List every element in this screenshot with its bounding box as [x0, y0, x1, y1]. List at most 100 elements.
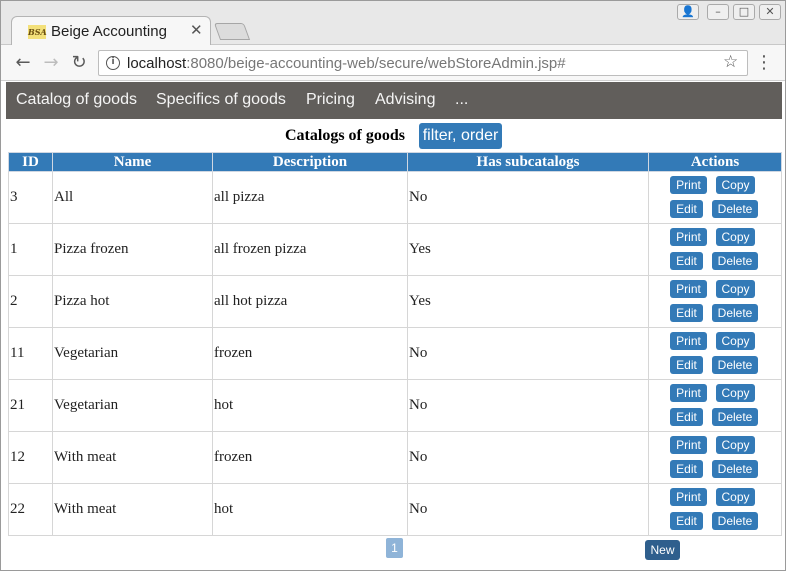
delete-button[interactable]: Delete [712, 512, 758, 530]
edit-button[interactable]: Edit [670, 460, 703, 478]
nav-item-specifics-of-goods[interactable]: Specifics of goods [156, 91, 286, 109]
print-button[interactable]: Print [670, 436, 707, 454]
print-button[interactable]: Print [670, 176, 707, 194]
print-button[interactable]: Print [670, 384, 707, 402]
cell-has-subcatalogs: No [407, 379, 649, 432]
minimize-window-icon[interactable]: – [707, 4, 729, 20]
reload-icon[interactable]: ↻ [67, 51, 91, 75]
column-header-actions: Actions [648, 152, 782, 172]
cell-id: 2 [8, 275, 53, 328]
browser-menu-icon[interactable]: ⋮ [755, 53, 773, 73]
edit-button[interactable]: Edit [670, 356, 703, 374]
table-row: 12 With meat frozen No Print Copy Edit D… [8, 431, 782, 484]
new-button[interactable]: New [645, 540, 680, 560]
delete-button[interactable]: Delete [712, 252, 758, 270]
delete-button[interactable]: Delete [712, 356, 758, 374]
address-bar[interactable]: i localhost:8080/beige-accounting-web/se… [98, 50, 748, 76]
edit-button[interactable]: Edit [670, 252, 703, 270]
cell-actions: Print Copy Edit Delete [648, 223, 782, 276]
copy-button[interactable]: Copy [716, 332, 755, 350]
cell-id: 1 [8, 223, 53, 276]
cell-id: 22 [8, 483, 53, 536]
title-bar: BSA Beige Accounting ✕ 👤 – □ ✕ [1, 1, 785, 46]
print-button[interactable]: Print [670, 228, 707, 246]
cell-actions: Print Copy Edit Delete [648, 431, 782, 484]
table-row: 1 Pizza frozen all frozen pizza Yes Prin… [8, 223, 782, 276]
cell-actions: Print Copy Edit Delete [648, 379, 782, 432]
column-header-name: Name [52, 152, 213, 172]
column-header-id: ID [8, 152, 53, 172]
cell-actions: Print Copy Edit Delete [648, 275, 782, 328]
page-title: Catalogs of goods [285, 127, 406, 144]
cell-has-subcatalogs: No [407, 327, 649, 380]
nav-item-pricing[interactable]: Pricing [306, 91, 355, 109]
edit-button[interactable]: Edit [670, 304, 703, 322]
close-tab-icon[interactable]: ✕ [190, 21, 203, 39]
delete-button[interactable]: Delete [712, 304, 758, 322]
cell-has-subcatalogs: No [407, 431, 649, 484]
favicon-icon: BSA [28, 25, 47, 39]
nav-item-advising[interactable]: Advising [375, 91, 435, 109]
forward-arrow-icon[interactable]: → [39, 51, 63, 75]
copy-button[interactable]: Copy [716, 384, 755, 402]
cell-name: Pizza frozen [52, 223, 213, 276]
browser-tab[interactable]: BSA Beige Accounting ✕ [11, 16, 211, 46]
table-row: 3 All all pizza No Print Copy Edit Delet… [8, 171, 782, 224]
new-tab-button[interactable] [213, 23, 251, 40]
nav-item-more[interactable]: ... [455, 91, 468, 109]
column-header-description: Description [212, 152, 408, 172]
table-header-row: ID Name Description Has subcatalogs Acti… [8, 152, 782, 172]
pagination-page-1[interactable]: 1 [386, 538, 403, 558]
cell-name: All [52, 171, 213, 224]
cell-description: frozen [212, 431, 408, 484]
copy-button[interactable]: Copy [716, 280, 755, 298]
print-button[interactable]: Print [670, 488, 707, 506]
close-window-icon[interactable]: ✕ [759, 4, 781, 20]
cell-name: Vegetarian [52, 379, 213, 432]
url-text[interactable]: localhost:8080/beige-accounting-web/secu… [127, 55, 566, 72]
cell-description: frozen [212, 327, 408, 380]
cell-actions: Print Copy Edit Delete [648, 483, 782, 536]
page-content: Catalog of goods Specifics of goods Pric… [1, 82, 785, 570]
column-header-has-subcatalogs: Has subcatalogs [407, 152, 649, 172]
delete-button[interactable]: Delete [712, 200, 758, 218]
delete-button[interactable]: Delete [712, 408, 758, 426]
print-button[interactable]: Print [670, 332, 707, 350]
user-profile-icon[interactable]: 👤 [677, 4, 699, 20]
cell-id: 3 [8, 171, 53, 224]
cell-has-subcatalogs: No [407, 483, 649, 536]
edit-button[interactable]: Edit [670, 512, 703, 530]
copy-button[interactable]: Copy [716, 488, 755, 506]
tab-title: Beige Accounting [51, 23, 167, 40]
edit-button[interactable]: Edit [670, 408, 703, 426]
bookmark-star-icon[interactable]: ☆ [723, 52, 738, 72]
back-arrow-icon[interactable]: ← [11, 51, 35, 75]
nav-item-catalog-of-goods[interactable]: Catalog of goods [16, 91, 137, 109]
app-navbar: Catalog of goods Specifics of goods Pric… [6, 82, 782, 119]
table-row: 2 Pizza hot all hot pizza Yes Print Copy… [8, 275, 782, 328]
site-info-icon[interactable]: i [106, 56, 120, 70]
edit-button[interactable]: Edit [670, 200, 703, 218]
browser-toolbar: ← → ↻ i localhost:8080/beige-accounting-… [1, 45, 785, 81]
cell-id: 11 [8, 327, 53, 380]
table-row: 21 Vegetarian hot No Print Copy Edit Del… [8, 379, 782, 432]
maximize-window-icon[interactable]: □ [733, 4, 755, 20]
cell-description: all frozen pizza [212, 223, 408, 276]
url-path: :8080/beige-accounting-web/secure/webSto… [186, 55, 566, 72]
cell-description: hot [212, 379, 408, 432]
print-button[interactable]: Print [670, 280, 707, 298]
cell-id: 12 [8, 431, 53, 484]
catalogs-table: ID Name Description Has subcatalogs Acti… [8, 152, 782, 536]
copy-button[interactable]: Copy [716, 228, 755, 246]
delete-button[interactable]: Delete [712, 460, 758, 478]
browser-window: BSA Beige Accounting ✕ 👤 – □ ✕ ← → ↻ i l… [0, 0, 786, 571]
cell-actions: Print Copy Edit Delete [648, 171, 782, 224]
cell-has-subcatalogs: Yes [407, 223, 649, 276]
copy-button[interactable]: Copy [716, 176, 755, 194]
filter-order-button[interactable]: filter, order [419, 123, 502, 149]
copy-button[interactable]: Copy [716, 436, 755, 454]
cell-has-subcatalogs: Yes [407, 275, 649, 328]
cell-name: Vegetarian [52, 327, 213, 380]
cell-description: all pizza [212, 171, 408, 224]
table-row: 22 With meat hot No Print Copy Edit Dele… [8, 483, 782, 536]
